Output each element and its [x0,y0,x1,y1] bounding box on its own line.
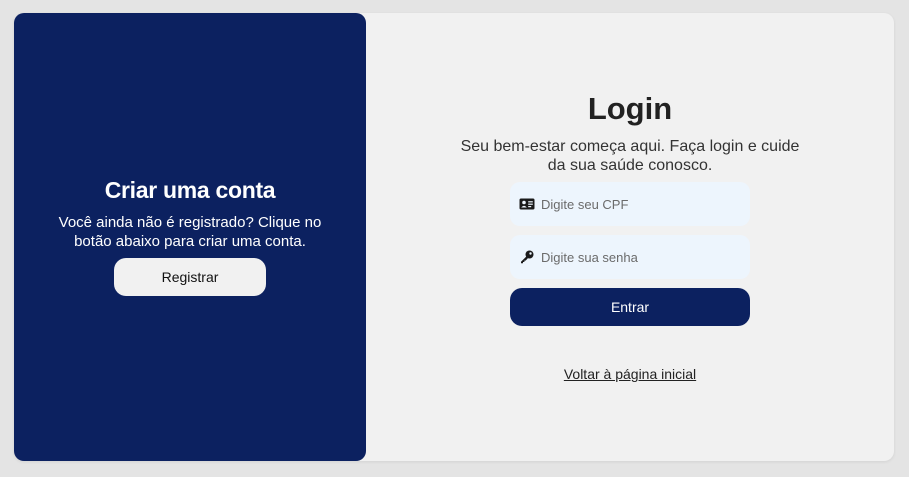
register-title: Criar uma conta [104,177,276,203]
enter-button[interactable]: Entrar [510,288,750,326]
login-subtitle: Seu bem-estar começa aqui. Faça login e … [460,138,800,174]
back-home-link[interactable]: Voltar à página inicial [480,366,780,382]
password-input[interactable] [541,242,741,272]
register-button[interactable]: Registrar [114,258,266,296]
key-icon [518,249,536,265]
id-card-icon [518,196,536,212]
password-field[interactable] [510,235,750,279]
cpf-input[interactable] [541,189,741,219]
login-title: Login [587,91,673,126]
cpf-field[interactable] [510,182,750,226]
register-panel: Criar uma conta Você ainda não é registr… [14,13,366,461]
register-description: Você ainda não é registrado? Clique no b… [58,214,322,250]
login-card: Criar uma conta Você ainda não é registr… [14,13,894,461]
